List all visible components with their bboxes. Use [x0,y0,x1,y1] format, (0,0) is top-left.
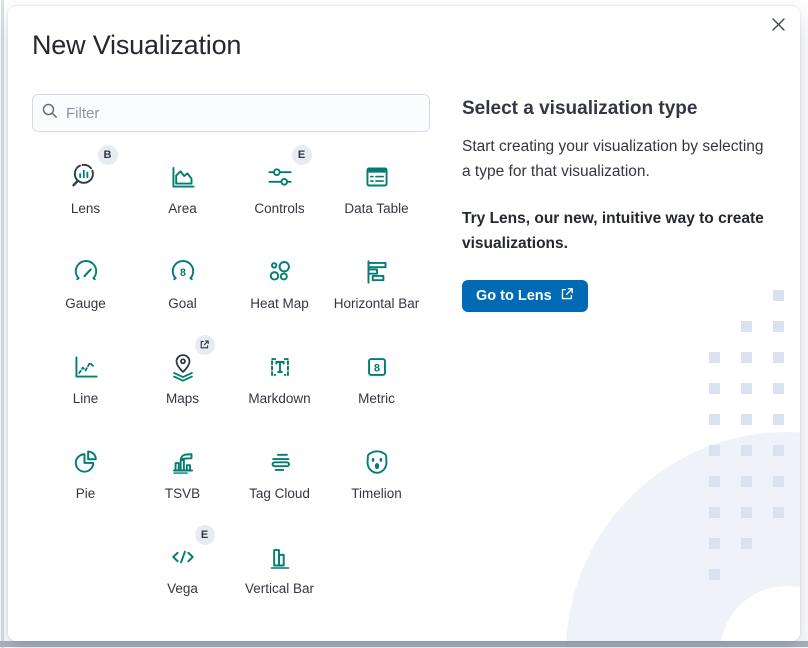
svg-text:8: 8 [180,267,186,279]
vis-type-label: Tag Cloud [249,486,310,501]
maps-icon [166,350,200,384]
vis-type-gauge[interactable]: Gauge [37,235,134,330]
goal-icon: 8 [166,255,200,289]
panel-heading: Select a visualization type [462,98,776,120]
experimental-badge: E [292,145,312,165]
vis-type-label: Controls [254,201,304,216]
vis-type-controls[interactable]: E Controls [231,140,328,235]
vis-type-label: Lens [71,201,100,216]
horizontal-bar-icon [360,255,394,289]
tsvb-icon [166,445,200,479]
go-to-lens-button[interactable]: Go to Lens [462,280,588,312]
vis-type-label: Area [168,201,197,216]
new-visualization-modal: New Visualization B Lens Area E Controls Data… [8,6,800,641]
modal-header: New Visualization [8,6,800,62]
area-icon [166,160,200,194]
gauge-icon [69,255,103,289]
vis-type-pie[interactable]: Pie [37,425,134,520]
experimental-badge: E [195,525,215,545]
vis-type-tag-cloud[interactable]: Tag Cloud [231,425,328,520]
vis-type-label: Timelion [351,486,402,501]
vis-type-data-table[interactable]: Data Table [328,140,425,235]
vis-type-heat-map[interactable]: Heat Map [231,235,328,330]
vis-type-lens[interactable]: B Lens [37,140,134,235]
filter-search-box[interactable] [32,94,430,132]
vis-type-label: Line [73,391,99,406]
vis-type-horizontal-bar[interactable]: Horizontal Bar [328,235,425,330]
search-icon [42,103,58,124]
type-list-column: B Lens Area E Controls Data Table Gauge 8 Goal He… [32,62,430,615]
vis-type-label: Markdown [248,391,310,406]
line-icon [69,350,103,384]
vis-type-label: Metric [358,391,395,406]
panel-description: Start creating your visualization by sel… [462,134,776,184]
timelion-icon [360,445,394,479]
external-link-icon [560,287,574,305]
info-panel: Select a visualization type Start creati… [462,62,776,615]
background-page-strip [0,641,808,647]
controls-icon: E [263,160,297,194]
lens-promo-text: Try Lens, our new, intuitive way to crea… [462,206,776,256]
go-to-lens-label: Go to Lens [476,288,552,304]
vis-type-markdown[interactable]: Markdown [231,330,328,425]
vis-type-vega[interactable]: E Vega [134,520,231,615]
vis-type-maps[interactable]: Maps [134,330,231,425]
vis-type-label: TSVB [165,486,200,501]
vis-type-label: Heat Map [250,296,309,311]
vis-type-vertical-bar[interactable]: Vertical Bar [231,520,328,615]
filter-input[interactable] [66,105,420,122]
metric-icon: 8 [360,350,394,384]
vis-type-goal[interactable]: 8 Goal [134,235,231,330]
close-button[interactable] [766,14,790,38]
data-table-icon [360,160,394,194]
vis-type-label: Goal [168,296,197,311]
lens-icon: B [69,160,103,194]
pie-icon [69,445,103,479]
vis-type-label: Gauge [65,296,106,311]
vis-type-label: Vega [167,581,198,596]
vis-type-label: Pie [76,486,96,501]
vis-type-tsvb[interactable]: TSVB [134,425,231,520]
heat-map-icon [263,255,297,289]
close-icon [771,17,786,35]
modal-title: New Visualization [32,28,776,62]
beta-badge: B [98,145,118,165]
vis-type-label: Horizontal Bar [334,296,420,311]
modal-body: B Lens Area E Controls Data Table Gauge 8 Goal He… [8,62,800,615]
external-link-badge-icon [195,335,215,355]
vis-type-metric[interactable]: 8 Metric [328,330,425,425]
vis-type-line[interactable]: Line [37,330,134,425]
vis-type-label: Maps [166,391,199,406]
vertical-bar-icon [263,540,297,574]
vega-icon: E [166,540,200,574]
vis-type-timelion[interactable]: Timelion [328,425,425,520]
svg-text:8: 8 [373,362,379,374]
background-page-edge [1,0,4,648]
vis-type-area[interactable]: Area [134,140,231,235]
tag-cloud-icon [263,445,297,479]
vis-type-label: Vertical Bar [245,581,314,596]
vis-type-label: Data Table [344,201,408,216]
visualization-type-grid: B Lens Area E Controls Data Table Gauge 8 Goal He… [32,140,430,615]
markdown-icon [263,350,297,384]
